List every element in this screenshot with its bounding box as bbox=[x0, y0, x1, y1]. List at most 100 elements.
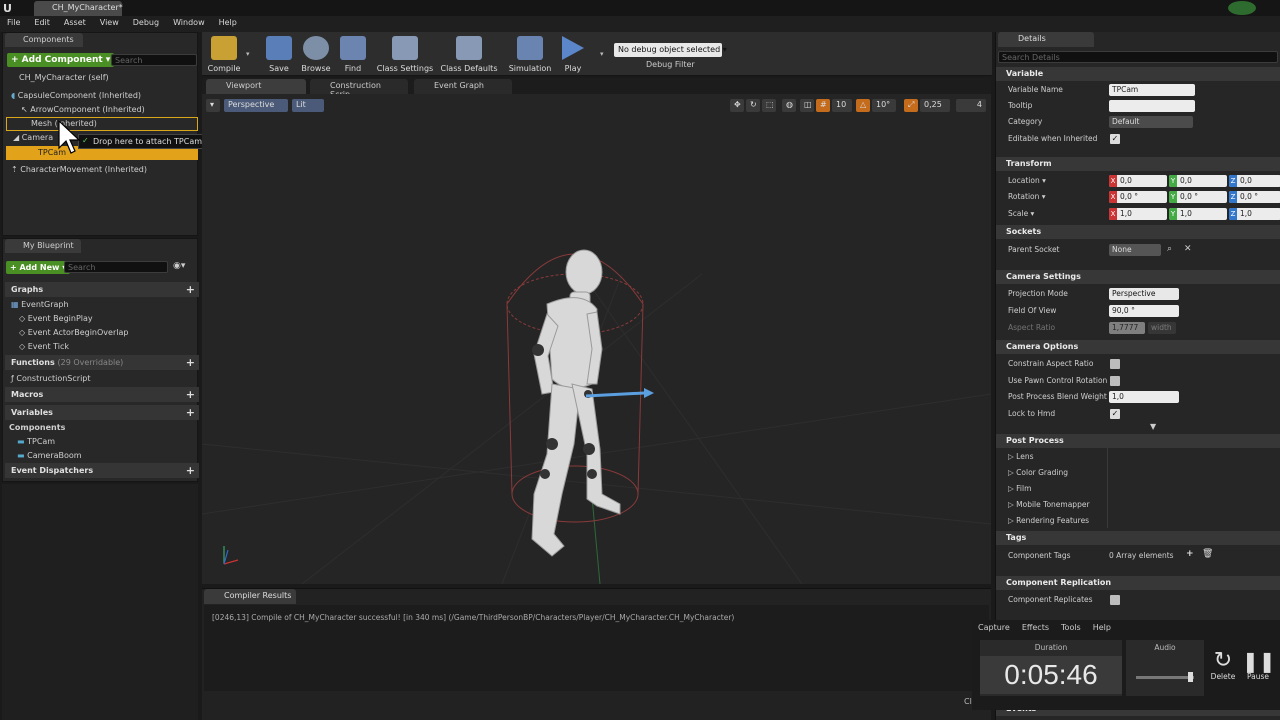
scale-y-input[interactable]: Y 1,0 bbox=[1169, 208, 1227, 220]
compile-button[interactable]: Compile bbox=[204, 34, 244, 73]
pause-button[interactable]: ❚❚ Pause bbox=[1242, 650, 1276, 681]
compile-dropdown-icon[interactable]: ▾ bbox=[246, 50, 250, 58]
graph-item-beginplay[interactable]: ◇ Event BeginPlay bbox=[19, 314, 93, 323]
rotation-x-input[interactable]: X 0,0 ° bbox=[1109, 191, 1167, 203]
functions-section[interactable]: Functions (29 Overridable) + bbox=[5, 355, 199, 370]
add-component-button[interactable]: + Add Component ▾ bbox=[7, 53, 115, 67]
capture-menu-capture[interactable]: Capture bbox=[978, 623, 1010, 632]
tooltip-input[interactable] bbox=[1109, 100, 1195, 112]
components-category[interactable]: Components bbox=[9, 423, 65, 432]
rotation-y-input[interactable]: Y 0,0 ° bbox=[1169, 191, 1227, 203]
camera-component[interactable]: ◢ Camera bbox=[13, 133, 53, 142]
camera-options-section-head[interactable]: Camera Options bbox=[996, 340, 1280, 354]
capture-menu-effects[interactable]: Effects bbox=[1022, 623, 1049, 632]
surface-snap-icon[interactable]: ◫ bbox=[800, 99, 814, 112]
add-macro-icon[interactable]: + bbox=[186, 388, 195, 401]
graph-item-tick[interactable]: ◇ Event Tick bbox=[19, 342, 69, 351]
mesh-component[interactable]: Mesh (Inherited) bbox=[6, 117, 198, 131]
variable-name-input[interactable]: TPCam bbox=[1109, 84, 1195, 96]
graphs-section[interactable]: Graphs + bbox=[5, 282, 199, 297]
function-item[interactable]: ƒ ConstructionScript bbox=[11, 374, 91, 383]
tab-viewport[interactable]: Viewport bbox=[206, 79, 306, 94]
find-button[interactable]: Find bbox=[336, 34, 370, 73]
tab-event-graph[interactable]: Event Graph bbox=[414, 79, 512, 94]
class-settings-button[interactable]: Class Settings bbox=[376, 34, 434, 73]
lock-hmd-checkbox[interactable]: ✓ bbox=[1110, 409, 1120, 419]
audio-slider-handle[interactable] bbox=[1188, 672, 1193, 682]
play-button[interactable]: Play bbox=[558, 34, 588, 73]
category-dropdown[interactable]: Default bbox=[1109, 116, 1193, 128]
pp-color-grading[interactable]: ▷ Color Grading bbox=[1008, 468, 1068, 477]
event-dispatchers-section[interactable]: Event Dispatchers + bbox=[5, 463, 199, 478]
variable-tpcam[interactable]: ▬ TPCam bbox=[17, 437, 55, 446]
add-new-button[interactable]: + Add New ▾ bbox=[6, 261, 71, 274]
tab-construction-script[interactable]: Construction Scrip bbox=[310, 79, 408, 99]
add-function-icon[interactable]: + bbox=[186, 356, 195, 369]
tags-section-head[interactable]: Tags bbox=[996, 531, 1280, 545]
arrow-component[interactable]: ↖ ArrowComponent (Inherited) bbox=[21, 105, 145, 114]
location-x-input[interactable]: X 0,0 bbox=[1109, 175, 1167, 187]
add-variable-icon[interactable]: + bbox=[186, 406, 195, 419]
blueprint-search-input[interactable]: Search bbox=[64, 261, 168, 273]
capture-menu-help[interactable]: Help bbox=[1093, 623, 1111, 632]
variables-section[interactable]: Variables + bbox=[5, 405, 199, 420]
browse-button[interactable]: Browse bbox=[298, 34, 334, 73]
simulation-button[interactable]: Simulation bbox=[508, 34, 552, 73]
details-search-input[interactable]: Search Details bbox=[998, 51, 1278, 63]
character-movement-component[interactable]: ⇡ CharacterMovement (Inherited) bbox=[11, 165, 147, 174]
debug-object-select[interactable]: No debug object selected ▾ bbox=[614, 43, 727, 57]
rotation-snap-icon[interactable]: △ bbox=[856, 99, 870, 112]
projection-mode-dropdown[interactable]: Perspective bbox=[1109, 288, 1179, 300]
rotation-snap-value[interactable]: 10° bbox=[872, 99, 896, 112]
menu-debug[interactable]: Debug bbox=[126, 16, 166, 32]
save-button[interactable]: Save bbox=[260, 34, 298, 73]
post-process-section-head[interactable]: Post Process bbox=[996, 434, 1280, 448]
grid-snap-value[interactable]: 10 bbox=[832, 99, 852, 112]
add-graph-icon[interactable]: + bbox=[186, 283, 195, 296]
pawn-rotation-checkbox[interactable] bbox=[1110, 376, 1120, 386]
scale-snap-icon[interactable]: ⤢ bbox=[904, 99, 918, 112]
component-replicates-checkbox[interactable] bbox=[1110, 595, 1120, 605]
capsule-component[interactable]: ◖ CapsuleComponent (Inherited) bbox=[11, 91, 141, 100]
menu-file[interactable]: File bbox=[0, 16, 27, 32]
clear-button[interactable]: Cl bbox=[964, 697, 972, 706]
my-blueprint-tab[interactable]: My Blueprint bbox=[5, 239, 81, 253]
document-tab[interactable]: CH_MyCharacter* bbox=[34, 1, 123, 16]
editable-checkbox[interactable]: ✓ bbox=[1110, 134, 1120, 144]
viewport-options-icon[interactable]: ▾ bbox=[206, 99, 220, 112]
fov-input[interactable]: 90,0 ° bbox=[1109, 305, 1179, 317]
scale-z-input[interactable]: Z 1,0 bbox=[1229, 208, 1280, 220]
camera-speed-value[interactable]: 4 bbox=[956, 99, 986, 112]
translate-icon[interactable]: ✥ bbox=[730, 99, 744, 112]
camera-settings-section-head[interactable]: Camera Settings bbox=[996, 270, 1280, 284]
constrain-aspect-checkbox[interactable] bbox=[1110, 359, 1120, 369]
add-dispatcher-icon[interactable]: + bbox=[186, 464, 195, 477]
scale-snap-value[interactable]: 0,25 bbox=[920, 99, 950, 112]
socket-search-icon[interactable]: ⌕ bbox=[1167, 244, 1172, 254]
graph-item-overlap[interactable]: ◇ Event ActorBeginOverlap bbox=[19, 328, 128, 337]
source-control-icon[interactable] bbox=[1228, 1, 1256, 15]
world-local-icon[interactable]: ◍ bbox=[782, 99, 796, 112]
variable-section-head[interactable]: Variable bbox=[996, 67, 1280, 81]
pp-rendering-features[interactable]: ▷ Rendering Features bbox=[1008, 516, 1089, 525]
rotate-icon[interactable]: ↻ bbox=[746, 99, 760, 112]
perspective-button[interactable]: Perspective bbox=[224, 99, 288, 112]
menu-help[interactable]: Help bbox=[212, 16, 244, 32]
socket-clear-icon[interactable]: ✕ bbox=[1184, 244, 1192, 254]
menu-asset[interactable]: Asset bbox=[57, 16, 93, 32]
menu-view[interactable]: View bbox=[93, 16, 126, 32]
components-search-input[interactable]: Search bbox=[111, 54, 197, 66]
location-y-input[interactable]: Y 0,0 bbox=[1169, 175, 1227, 187]
viewport[interactable]: ▾ Perspective Lit ✥ ↻ ⬚ ◍ ◫ # 10 △ 10° ⤢… bbox=[202, 94, 991, 584]
grid-snap-icon[interactable]: # bbox=[816, 99, 830, 112]
location-label[interactable]: Location ▾ bbox=[1008, 176, 1046, 185]
sockets-section-head[interactable]: Sockets bbox=[996, 225, 1280, 239]
audio-slider[interactable] bbox=[1136, 676, 1194, 679]
delete-button[interactable]: ↻ Delete bbox=[1208, 650, 1238, 682]
delete-tags-icon[interactable]: 🗑 bbox=[1202, 549, 1213, 559]
details-tab[interactable]: Details bbox=[998, 32, 1094, 47]
scale-icon[interactable]: ⬚ bbox=[762, 99, 776, 112]
variable-cameraboom[interactable]: ▬ CameraBoom bbox=[17, 451, 82, 460]
capture-menu-tools[interactable]: Tools bbox=[1061, 623, 1081, 632]
pp-film[interactable]: ▷ Film bbox=[1008, 484, 1031, 493]
